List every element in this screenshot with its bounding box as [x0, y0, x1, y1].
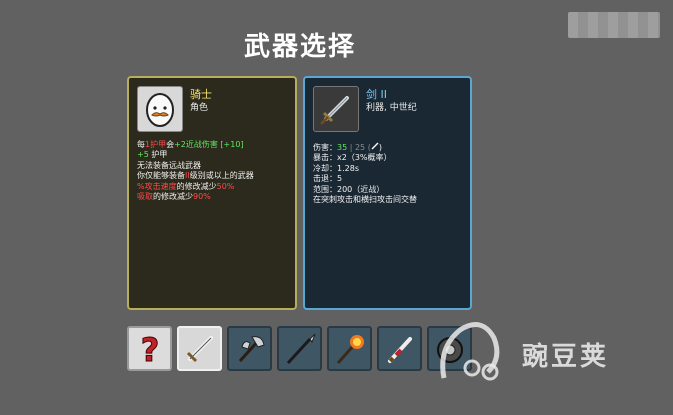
axe-icon: [238, 335, 265, 362]
weapon-stats: 伤害：35 | 25 () 暴击：x2（3%概率） 冷却：1.28s 击退：5 …: [313, 142, 466, 205]
ornate-dagger-icon: [387, 336, 412, 363]
random-weapon-slot[interactable]: ?: [127, 326, 172, 371]
character-panel: 骑士 角色 每1护甲会+2近战伤害 [+10] +5 护甲 无法装备远战武器 你…: [127, 76, 297, 310]
stat-damage: 伤害：35 | 25 (): [313, 142, 382, 152]
torch-weapon-slot[interactable]: [327, 326, 372, 371]
spear-weapon-slot[interactable]: [277, 326, 322, 371]
svg-text:?: ?: [140, 331, 159, 367]
desc-line-1: 每1护甲会+2近战伤害 [+10]: [137, 140, 244, 149]
sword-small-icon: [371, 142, 379, 152]
stat-crit: 暴击：x2（3%概率）: [313, 153, 392, 163]
stat-range: 范围：200（近战）: [313, 184, 385, 194]
weapon-note: 在突刺攻击和横扫攻击间交替: [313, 195, 417, 205]
stat-knockback: 击退：5: [313, 174, 343, 184]
axe-weapon-slot[interactable]: [227, 326, 272, 371]
sword-weapon-slot[interactable]: [177, 326, 222, 371]
desc-line-4: 你仅能够装备II级别或以上的武器: [137, 171, 254, 181]
random-question-icon: ?: [140, 331, 160, 367]
weapon-tags: 利器, 中世纪: [366, 103, 417, 113]
character-type: 角色: [190, 103, 209, 113]
weapon-slot-bar: ?: [127, 326, 472, 372]
egg-mustache-icon: [137, 86, 183, 132]
blurred-overlay: [568, 12, 660, 38]
sword-icon: [313, 86, 359, 132]
desc-line-2: +5 护甲: [137, 150, 168, 160]
desc-line-6: 吸取的修改减少90%: [137, 192, 211, 202]
character-description: 每1护甲会+2近战伤害 [+10] +5 护甲 无法装备远战武器 你仅能够装备I…: [137, 140, 291, 202]
watermark-text: 豌豆荚: [522, 342, 610, 372]
watermark-logo-icon: [432, 308, 516, 386]
sword-icon: [186, 335, 213, 362]
weapon-panel: 剑 II 利器, 中世纪 伤害：35 | 25 () 暴击：x2（3%概率） 冷…: [303, 76, 472, 310]
flame-torch-icon: [336, 334, 364, 364]
stat-cooldown: 冷却：1.28s: [313, 163, 359, 173]
desc-line-5: %攻击速度的修改减少50%: [137, 181, 235, 191]
desc-line-3: 无法装备远战武器: [137, 160, 201, 170]
dagger-weapon-slot[interactable]: [377, 326, 422, 371]
spear-icon: [286, 333, 315, 364]
page-title: 武器选择: [243, 32, 356, 62]
